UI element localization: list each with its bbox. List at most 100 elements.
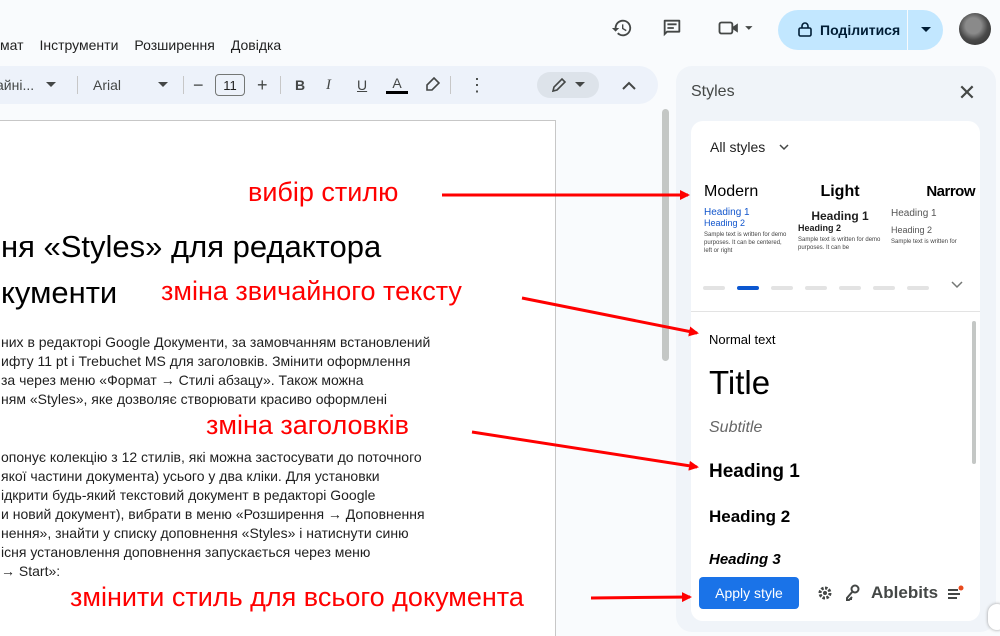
pager-dot[interactable] bbox=[839, 286, 861, 290]
style-filter-value: All styles bbox=[710, 139, 766, 155]
theme-card-narrow[interactable]: Narrow Heading 1 Heading 2 Sample text i… bbox=[891, 183, 976, 246]
video-call-icon[interactable] bbox=[716, 16, 756, 40]
more-options-icon[interactable]: ⋮ bbox=[468, 66, 486, 104]
text-line: нення», знайти у списку доповнення «Styl… bbox=[1, 525, 409, 541]
menu-help[interactable]: Довідка bbox=[231, 37, 281, 53]
theme-name: Modern bbox=[704, 183, 759, 200]
theme-card-light[interactable]: Light Heading 1 Heading 2 Sample text is… bbox=[798, 183, 882, 252]
pager-dot[interactable] bbox=[873, 286, 895, 290]
annotation-choose-style: вибір стилю bbox=[248, 177, 399, 207]
menu-tools[interactable]: Інструменти bbox=[40, 37, 119, 53]
formatting-toolbar: айні... Arial − 11 + B I U A ⋮ bbox=[0, 66, 658, 104]
styles-scrollbar[interactable] bbox=[972, 321, 976, 464]
pencil-icon bbox=[551, 77, 567, 93]
text-color-icon: A bbox=[392, 75, 402, 91]
annotation-whole-document: змінити стиль для всього документа bbox=[70, 582, 524, 612]
font-value: Arial bbox=[93, 77, 122, 93]
theme-pager[interactable] bbox=[703, 286, 929, 290]
divider bbox=[280, 76, 281, 94]
menu-extensions[interactable]: Розширення bbox=[134, 37, 214, 53]
share-dropdown-icon[interactable] bbox=[908, 27, 943, 33]
share-button[interactable]: Поділитися bbox=[778, 10, 943, 50]
text-line: ідкрити будь-який текстовий документ в р… bbox=[1, 487, 376, 503]
side-panel-toggle[interactable] bbox=[988, 604, 1000, 630]
text-line: них в редакторі Google Документи, за зам… bbox=[1, 334, 431, 350]
text-line: існя установлення доповнення запускаєтьс… bbox=[1, 544, 371, 560]
divider bbox=[450, 76, 451, 94]
text-color-button[interactable]: A bbox=[386, 66, 408, 104]
style-title[interactable]: Title bbox=[709, 364, 770, 402]
theme-heading-1: Heading 1 bbox=[704, 207, 750, 218]
theme-sample: Sample text is written for demo purposes… bbox=[798, 237, 881, 251]
text-line: за через меню «Формат → Стилі абзацу». Т… bbox=[1, 372, 364, 388]
chevron-down-icon bbox=[158, 82, 169, 87]
chevron-down-icon bbox=[779, 143, 789, 150]
pager-dot-active[interactable] bbox=[737, 286, 759, 290]
menu-format[interactable]: мат bbox=[0, 37, 24, 53]
theme-name: Narrow bbox=[926, 183, 975, 200]
comment-icon[interactable] bbox=[660, 16, 684, 40]
theme-heading-2: Heading 2 bbox=[704, 218, 746, 228]
text-line: якої частини документа) усього у два клі… bbox=[1, 468, 380, 484]
theme-heading-1: Heading 1 bbox=[811, 209, 869, 223]
pager-dot[interactable] bbox=[703, 286, 725, 290]
avatar[interactable] bbox=[959, 13, 991, 45]
style-filter-select[interactable]: All styles bbox=[710, 139, 789, 155]
text-line: и новий документ), вибрати в меню «Розши… bbox=[1, 506, 425, 522]
theme-sample: Sample text is written for bbox=[891, 239, 957, 245]
panel-title: Styles bbox=[691, 83, 735, 100]
decrease-size-button[interactable]: − bbox=[193, 66, 204, 104]
italic-button[interactable]: I bbox=[326, 66, 331, 104]
annotation-normal-text: зміна звичайного тексту bbox=[161, 276, 462, 306]
bold-button[interactable]: B bbox=[295, 66, 305, 104]
annotation-headings: зміна заголовків bbox=[206, 410, 410, 440]
history-icon[interactable] bbox=[610, 16, 634, 40]
increase-size-button[interactable]: + bbox=[257, 66, 268, 104]
text-line: опонує колекцію з 12 стилів, які можна з… bbox=[1, 449, 422, 465]
text-line: ифту 11 pt і Trebuchet MS для заголовків… bbox=[1, 353, 411, 369]
top-bar: мат Інструменти Розширення Довідка Поділ… bbox=[0, 0, 1000, 62]
theme-heading-1: Heading 1 bbox=[891, 208, 937, 219]
text-line: → Start»: bbox=[1, 563, 61, 579]
theme-sample: Sample text is written for demo purposes… bbox=[704, 232, 787, 254]
close-icon[interactable]: ✕ bbox=[955, 80, 979, 105]
chevron-down-icon bbox=[575, 82, 585, 87]
menu-bar: мат Інструменти Розширення Довідка bbox=[0, 37, 297, 53]
pager-dot[interactable] bbox=[771, 286, 793, 290]
settings-gear-icon[interactable] bbox=[817, 585, 833, 601]
ablebits-logo: Ablebits bbox=[871, 583, 939, 602]
style-heading-1[interactable]: Heading 1 bbox=[709, 461, 800, 483]
font-select[interactable]: Arial bbox=[93, 66, 169, 104]
pager-dot[interactable] bbox=[805, 286, 827, 290]
chevron-down-icon bbox=[46, 82, 57, 87]
paragraph-2: опонує колекцію з 12 стилів, які можна з… bbox=[1, 448, 425, 581]
expand-themes-icon[interactable] bbox=[951, 281, 963, 289]
paragraph-1: них в редакторі Google Документи, за зам… bbox=[1, 333, 430, 409]
divider bbox=[183, 76, 184, 94]
apply-style-button[interactable]: Apply style bbox=[699, 577, 799, 609]
divider bbox=[77, 76, 78, 94]
document-scrollbar[interactable] bbox=[662, 109, 669, 361]
text-line: ням «Styles», яке дозволяє створювати кр… bbox=[1, 391, 388, 407]
theme-name: Light bbox=[820, 183, 860, 200]
highlight-icon[interactable] bbox=[424, 66, 440, 104]
paragraph-style-value: айні... bbox=[0, 77, 35, 93]
font-size-value: 11 bbox=[215, 74, 245, 96]
menu-icon[interactable] bbox=[947, 585, 965, 603]
key-icon[interactable] bbox=[845, 584, 861, 602]
style-subtitle[interactable]: Subtitle bbox=[709, 419, 762, 437]
lock-icon bbox=[798, 21, 812, 40]
underline-button[interactable]: U bbox=[357, 66, 367, 104]
styles-sidebar: Styles ✕ All styles Modern Heading 1 Hea… bbox=[676, 66, 996, 632]
editing-mode-button[interactable] bbox=[537, 72, 599, 98]
style-normal-text[interactable]: Normal text bbox=[709, 332, 775, 347]
style-heading-2[interactable]: Heading 2 bbox=[709, 507, 790, 527]
theme-card-modern[interactable]: Modern Heading 1 Heading 2 Sample text i… bbox=[704, 183, 788, 255]
style-heading-3[interactable]: Heading 3 bbox=[709, 551, 781, 568]
share-label: Поділитися bbox=[820, 22, 901, 38]
paragraph-style-select[interactable]: айні... bbox=[0, 66, 57, 104]
collapse-menu-icon[interactable] bbox=[622, 66, 636, 104]
pager-dot[interactable] bbox=[907, 286, 929, 290]
font-size-field[interactable]: 11 bbox=[215, 66, 245, 104]
theme-heading-2: Heading 2 bbox=[798, 223, 842, 233]
